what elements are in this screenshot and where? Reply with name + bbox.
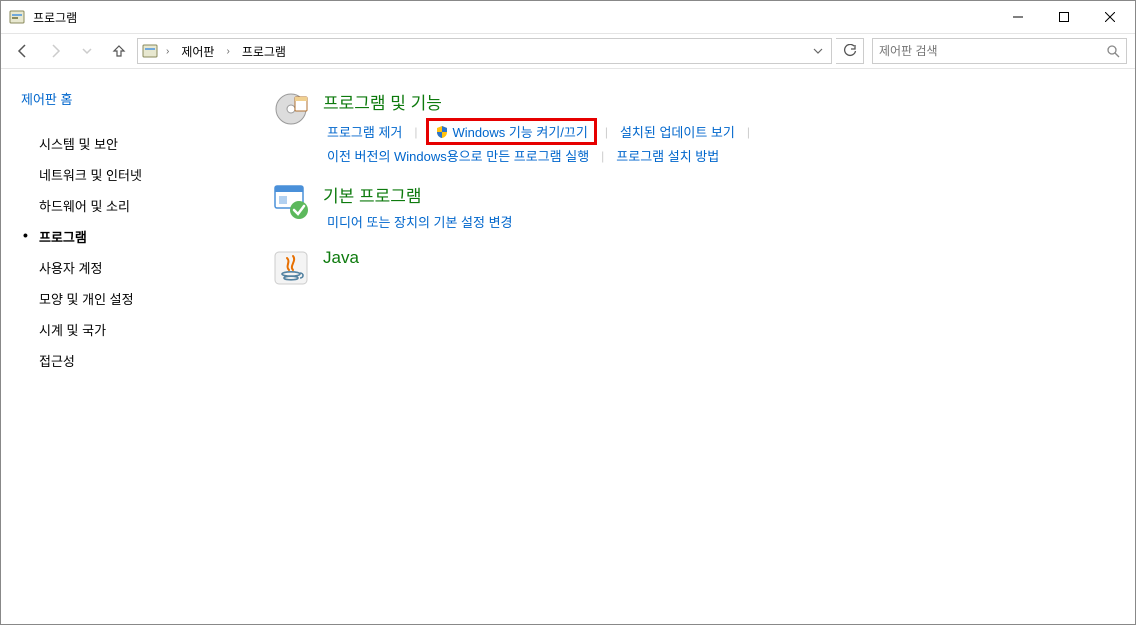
titlebar: 프로그램 <box>1 1 1135 33</box>
sidebar-item-hardware-sound[interactable]: 하드웨어 및 소리 <box>21 190 241 221</box>
default-programs-icon <box>271 182 311 222</box>
nav-back-button[interactable] <box>9 37 37 65</box>
nav-recent-dropdown[interactable] <box>73 37 101 65</box>
app-icon <box>9 9 25 25</box>
java-title[interactable]: Java <box>323 248 1125 268</box>
java-icon <box>271 248 311 288</box>
maximize-button[interactable] <box>1041 1 1087 33</box>
run-legacy-program-link[interactable]: 이전 버전의 Windows용으로 만든 프로그램 실행 <box>323 145 593 166</box>
change-media-defaults-link[interactable]: 미디어 또는 장치의 기본 설정 변경 <box>323 211 517 232</box>
breadcrumb-current[interactable]: 프로그램 <box>238 41 290 62</box>
breadcrumb-root[interactable]: 제어판 <box>177 41 218 62</box>
nav-forward-button[interactable] <box>41 37 69 65</box>
shield-icon <box>435 125 449 139</box>
search-box[interactable] <box>872 38 1127 64</box>
sidebar-item-network[interactable]: 네트워크 및 인터넷 <box>21 159 241 190</box>
sidebar-item-programs[interactable]: 프로그램 <box>21 221 241 252</box>
sidebar-item-user-accounts[interactable]: 사용자 계정 <box>21 252 241 283</box>
how-to-install-link[interactable]: 프로그램 설치 방법 <box>612 145 723 166</box>
sidebar-item-clock-region[interactable]: 시계 및 국가 <box>21 314 241 345</box>
window-title: 프로그램 <box>33 9 77 26</box>
programs-features-title[interactable]: 프로그램 및 기능 <box>323 89 1125 114</box>
refresh-button[interactable] <box>836 38 864 64</box>
control-panel-home-link[interactable]: 제어판 홈 <box>21 89 241 108</box>
content-area: 프로그램 및 기능 프로그램 제거 | <box>241 69 1135 624</box>
chevron-right-icon[interactable]: › <box>162 46 173 57</box>
sidebar-item-system-security[interactable]: 시스템 및 보안 <box>21 128 241 159</box>
nav-up-button[interactable] <box>105 37 133 65</box>
sidebar-item-accessibility[interactable]: 접근성 <box>21 345 241 376</box>
section-programs-and-features: 프로그램 및 기능 프로그램 제거 | <box>271 89 1125 166</box>
address-bar: › 제어판 › 프로그램 <box>1 33 1135 69</box>
search-icon[interactable] <box>1106 44 1120 58</box>
search-input[interactable] <box>879 44 1106 58</box>
default-programs-title[interactable]: 기본 프로그램 <box>323 182 1125 207</box>
sidebar-item-appearance[interactable]: 모양 및 개인 설정 <box>21 283 241 314</box>
programs-features-icon <box>271 89 311 129</box>
minimize-button[interactable] <box>995 1 1041 33</box>
section-default-programs: 기본 프로그램 미디어 또는 장치의 기본 설정 변경 <box>271 182 1125 232</box>
windows-features-toggle-link[interactable]: Windows 기능 켜기/끄기 <box>431 121 592 142</box>
view-installed-updates-link[interactable]: 설치된 업데이트 보기 <box>616 121 739 142</box>
breadcrumb-dropdown[interactable] <box>809 46 827 56</box>
chevron-right-icon[interactable]: › <box>222 46 233 57</box>
breadcrumb[interactable]: › 제어판 › 프로그램 <box>137 38 832 64</box>
section-java: Java <box>271 248 1125 288</box>
sidebar: 제어판 홈 시스템 및 보안 네트워크 및 인터넷 하드웨어 및 소리 프로그램… <box>1 69 241 624</box>
highlight-annotation: Windows 기능 켜기/끄기 <box>426 118 597 145</box>
uninstall-program-link[interactable]: 프로그램 제거 <box>323 121 406 142</box>
breadcrumb-icon <box>142 43 158 59</box>
close-button[interactable] <box>1087 1 1133 33</box>
